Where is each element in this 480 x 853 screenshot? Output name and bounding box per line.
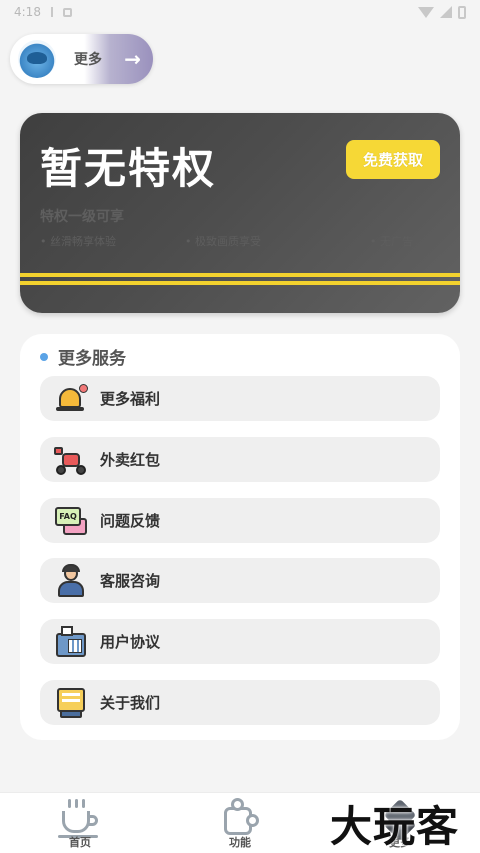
service-item-user-agreement[interactable]: 用户协议 <box>40 619 440 664</box>
more-services-card: 更多服务 更多福利 外卖红包 FAQ 问题反馈 客服咨询 用户协议 关于我们 <box>20 334 460 740</box>
service-label: 问题反馈 <box>100 512 161 530</box>
battery-icon <box>458 5 466 19</box>
status-time: 4:18 <box>14 5 41 19</box>
status-bar: 4:18 <box>0 0 480 24</box>
nav-item-features[interactable]: 功能 <box>190 793 290 853</box>
status-left: 4:18 <box>14 5 72 19</box>
dot-icon <box>40 352 48 361</box>
service-label: 用户协议 <box>100 633 161 651</box>
more-pill-label: 更多 <box>74 52 102 68</box>
service-item-takeout-coupons[interactable]: 外卖红包 <box>40 437 440 482</box>
vip-subtitle: 特权一级可享 <box>40 209 124 225</box>
service-label: 客服咨询 <box>100 572 161 590</box>
vip-title: 暂无特权 <box>40 144 217 193</box>
nav-item-home[interactable]: 首页 <box>30 793 130 853</box>
nav-label: 首页 <box>69 836 91 849</box>
puzzle-icon <box>218 797 262 837</box>
services-title: 更多服务 <box>58 349 126 369</box>
yellow-stripe <box>20 273 460 277</box>
wifi-icon <box>418 6 434 18</box>
service-label: 外卖红包 <box>100 451 161 469</box>
more-pill-button[interactable]: 更多 → <box>10 34 153 84</box>
service-item-customer-service[interactable]: 客服咨询 <box>40 558 440 603</box>
service-item-feedback[interactable]: FAQ 问题反馈 <box>40 498 440 543</box>
vip-feature: 无广告 <box>370 233 413 249</box>
service-item-about-us[interactable]: 关于我们 <box>40 680 440 725</box>
faq-icon-text: FAQ <box>55 506 81 526</box>
service-label: 更多福利 <box>100 390 161 408</box>
faq-icon: FAQ <box>54 504 88 538</box>
arrow-right-icon: → <box>124 47 141 71</box>
vip-privilege-card: 暂无特权 免费获取 特权一级可享 丝滑畅享体验 极致画质享受 无广告 <box>20 113 460 313</box>
bell-icon <box>54 382 88 416</box>
service-item-more-benefits[interactable]: 更多福利 <box>40 376 440 421</box>
yellow-stripe <box>20 281 460 285</box>
app-notification-icon <box>62 7 72 17</box>
fax-phone-icon <box>54 625 88 659</box>
vip-features: 丝滑畅享体验 极致画质享受 无广告 <box>40 233 460 249</box>
status-right <box>418 5 466 19</box>
signal-icon <box>440 6 452 18</box>
info-box-icon <box>54 686 88 720</box>
free-get-button[interactable]: 免费获取 <box>346 140 440 179</box>
scooter-icon <box>54 443 88 477</box>
watermark-text: 大玩客 <box>330 802 460 851</box>
notification-icon <box>50 7 53 17</box>
customer-service-icon <box>54 563 88 598</box>
services-header: 更多服务 <box>40 344 126 369</box>
nav-label: 功能 <box>229 836 251 849</box>
coffee-cup-icon <box>58 797 102 838</box>
service-label: 关于我们 <box>100 694 161 712</box>
avatar[interactable] <box>18 40 56 78</box>
vip-feature: 极致画质享受 <box>185 233 261 249</box>
vip-feature: 丝滑畅享体验 <box>40 233 116 249</box>
